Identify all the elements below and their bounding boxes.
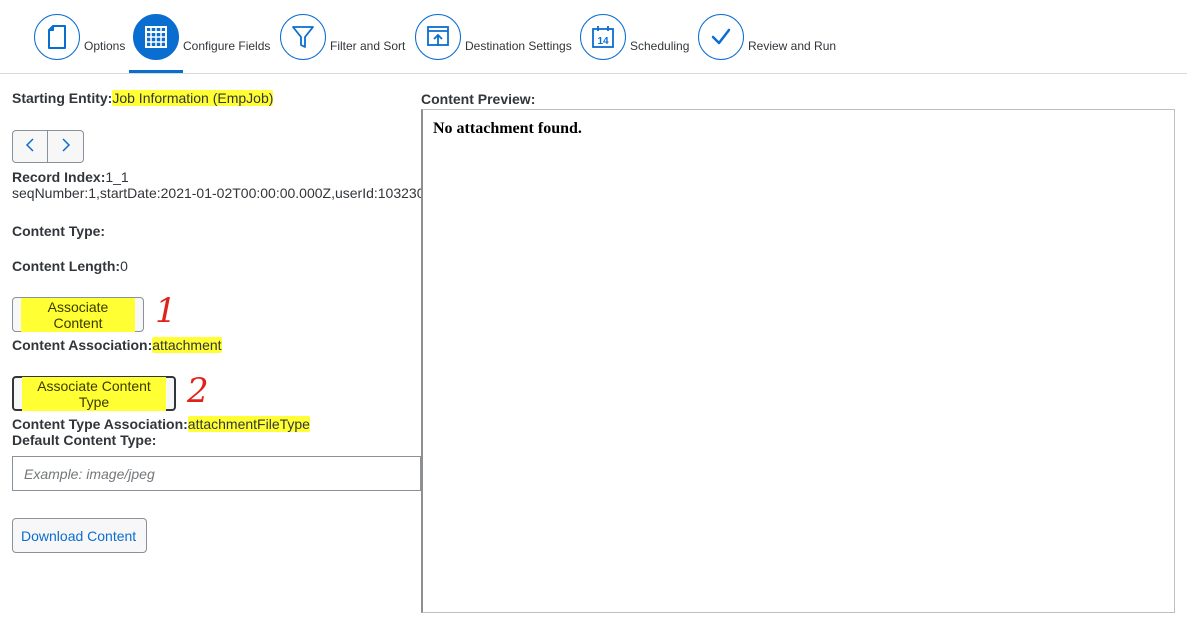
content-length: Content Length:0 [12,258,128,274]
chevron-right-icon [61,138,71,155]
record-index: Record Index:1_1 [12,169,129,185]
starting-entity-value: Job Information (EmpJob) [112,90,274,106]
record-keys-value: seqNumber:1,startDate:2021-01-02T00:00:0… [12,185,421,201]
step-label: Destination Settings [465,39,572,53]
chevron-left-icon [25,138,35,155]
checkmark-icon [698,14,744,60]
step-scheduling[interactable]: 14 Scheduling [580,14,689,60]
annotation-number-1: 1 [155,291,177,331]
default-content-type-label: Default Content Type: [12,432,157,448]
step-review-and-run[interactable]: Review and Run [698,14,836,60]
download-content-label: Download Content [21,527,137,544]
table-grid-icon [133,14,179,60]
step-label: Filter and Sort [330,39,406,53]
upload-tray-icon [415,14,461,60]
content-preview-title: Content Preview: [421,91,536,107]
step-filter-and-sort[interactable]: Filter and Sort [280,14,405,60]
content-association-value: attachment [152,337,222,353]
default-content-type-input[interactable] [12,456,421,491]
step-configure-fields[interactable]: Configure Fields [133,14,270,60]
record-keys: seqNumber:1,startDate:2021-01-02T00:00:0… [12,185,421,201]
starting-entity-label: Starting Entity: [12,90,113,106]
step-options[interactable]: Options [34,14,125,60]
associate-content-label: Associate Content [21,297,135,332]
content-type-association: Content Type Association:attachmentFileT… [12,416,310,432]
step-label: Scheduling [630,39,690,53]
associate-content-button[interactable]: Associate Content [12,297,144,332]
previous-record-button[interactable] [12,130,48,163]
wizard-header: Options Configure Fields Filter and Sort [0,0,1187,74]
content-type: Content Type: [12,223,105,239]
record-index-label: Record Index: [12,169,106,185]
content-length-value: 0 [120,258,128,274]
step-label: Options [84,39,126,53]
associate-content-type-label: Associate Content Type [22,376,166,411]
step-destination-settings[interactable]: Destination Settings [415,14,572,60]
default-content-type: Default Content Type: [12,432,156,448]
starting-entity: Starting Entity:Job Information (EmpJob) [12,90,274,106]
next-record-button[interactable] [48,130,84,163]
step-label: Review and Run [748,39,837,53]
content-length-label: Content Length: [12,258,121,274]
step-label: Configure Fields [183,39,271,53]
document-icon [34,14,80,60]
record-index-value: 1_1 [105,169,129,185]
content-type-association-label: Content Type Association: [12,416,188,432]
content-type-label: Content Type: [12,223,106,239]
content-preview-message: No attachment found. [433,120,582,137]
svg-text:14: 14 [597,36,609,47]
annotation-number-2: 2 [187,371,209,411]
record-navigation [12,130,84,163]
filter-icon [280,14,326,60]
content-preview-pane: No attachment found. [421,109,1175,613]
content-association-label: Content Association: [12,337,153,353]
active-step-indicator [129,70,183,73]
content-association: Content Association:attachment [12,337,222,353]
content-type-association-value: attachmentFileType [187,416,310,432]
associate-content-type-button[interactable]: Associate Content Type [12,376,176,411]
calendar-icon: 14 [580,14,626,60]
download-content-button[interactable]: Download Content [12,518,147,553]
